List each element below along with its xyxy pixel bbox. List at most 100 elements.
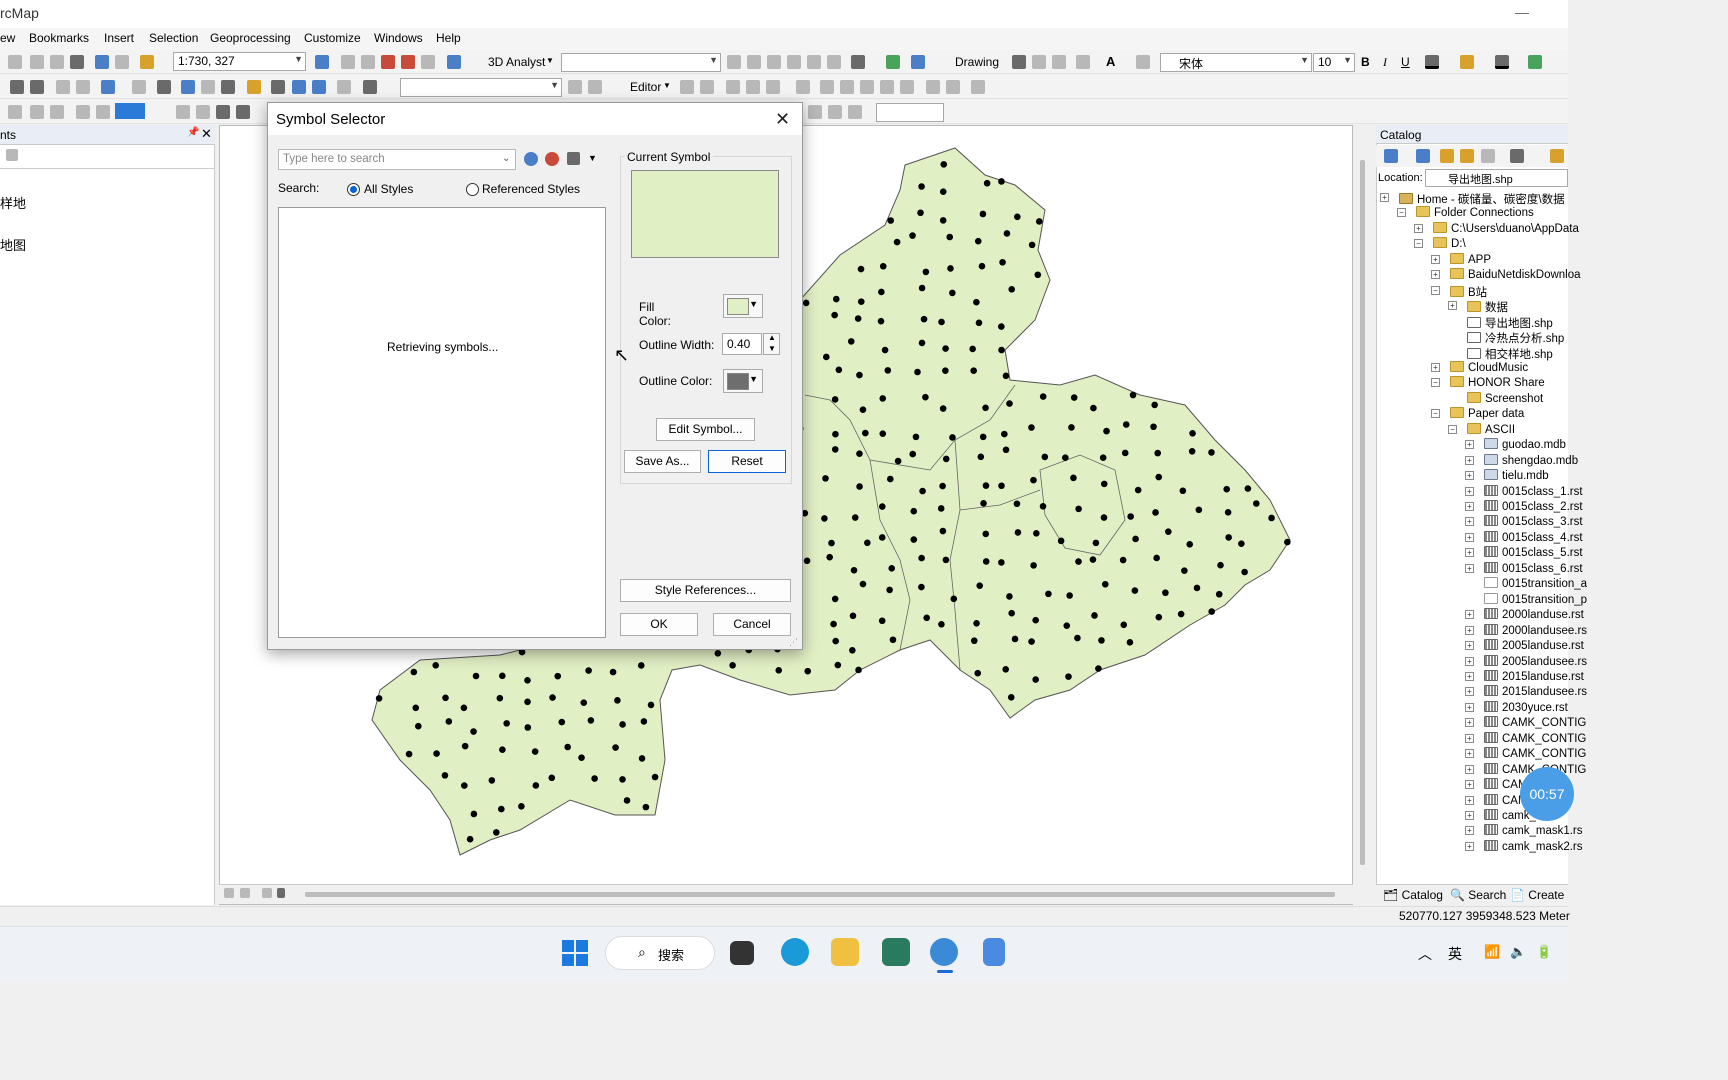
create-features-icon[interactable] xyxy=(971,80,985,94)
tree-item[interactable]: +0015class_2.rst xyxy=(1465,500,1583,515)
editor-menu[interactable]: Editor xyxy=(630,80,661,94)
toc-layer-item[interactable]: 地图 xyxy=(0,235,26,254)
refresh-icon[interactable] xyxy=(262,888,272,898)
identify-icon[interactable] xyxy=(181,80,195,94)
edit-annotation-icon[interactable] xyxy=(700,80,714,94)
tree-item[interactable]: 相交样地.shp xyxy=(1467,346,1553,361)
layout-tool-icon[interactable] xyxy=(216,105,230,119)
tree-item[interactable]: + CAMK_CONTIG xyxy=(1465,747,1586,762)
cut-polygons-icon[interactable] xyxy=(860,80,874,94)
back-icon[interactable] xyxy=(56,80,70,94)
pin-icon[interactable]: 📌 xyxy=(187,127,199,138)
chevron-down-icon[interactable]: ⌄ xyxy=(502,153,510,164)
bold-button[interactable]: B xyxy=(1361,55,1370,69)
layout-tool-icon[interactable] xyxy=(30,105,44,119)
rectangle-icon[interactable] xyxy=(1076,55,1090,69)
view-mode-icon[interactable] xyxy=(567,152,580,165)
tab-catalog[interactable]: 🗂 Catalog xyxy=(1383,888,1443,902)
georef-icon[interactable] xyxy=(568,80,582,94)
tree-item[interactable]: + 数据 xyxy=(1448,299,1508,314)
tree-item[interactable]: + C:\Users\duano\AppData xyxy=(1414,221,1579,237)
close-icon[interactable]: ✕ xyxy=(201,126,212,142)
find-route-icon[interactable] xyxy=(292,80,306,94)
select-features-icon[interactable] xyxy=(101,80,115,94)
tree-item[interactable]: +0015class_6.rst xyxy=(1465,561,1583,577)
3d-tool-icon[interactable] xyxy=(787,55,801,69)
layout-tool-icon[interactable] xyxy=(176,105,190,119)
georef-icon[interactable] xyxy=(588,80,602,94)
expand-icon[interactable]: + xyxy=(1465,702,1474,712)
tab-create[interactable]: 📄 Create xyxy=(1510,888,1564,902)
expand-icon[interactable]: + xyxy=(1465,764,1474,774)
line-color-icon[interactable] xyxy=(1495,55,1509,69)
arcscene-icon[interactable] xyxy=(911,55,925,69)
tree-item[interactable]: +2005landusee.rs xyxy=(1465,654,1587,670)
open-folder-icon[interactable] xyxy=(1550,149,1564,163)
resize-grip-icon[interactable]: ⋰ xyxy=(789,637,798,648)
tree-item[interactable]: +2005landuse.rst xyxy=(1465,639,1584,654)
cancel-button[interactable]: Cancel xyxy=(713,613,791,636)
tab-search[interactable]: 🔍 Search xyxy=(1450,888,1506,902)
expand-icon[interactable]: + xyxy=(1465,548,1474,558)
edge-icon[interactable] xyxy=(781,938,809,966)
3d-tool-icon[interactable] xyxy=(827,55,841,69)
expand-icon[interactable]: + xyxy=(1465,440,1474,450)
expand-icon[interactable]: + xyxy=(1431,270,1440,280)
clear-selection-icon[interactable] xyxy=(132,80,146,94)
recording-timer[interactable]: 00:57 xyxy=(1520,767,1574,821)
menu-help[interactable]: Help xyxy=(436,31,461,45)
layout-tool-icon[interactable] xyxy=(96,105,110,119)
expand-icon[interactable]: + xyxy=(1465,656,1474,666)
tree-item[interactable]: 导出地图.shp xyxy=(1467,315,1553,330)
tree-item[interactable]: + APP xyxy=(1431,252,1491,268)
up-one-level-icon[interactable] xyxy=(1440,149,1454,163)
straight-segment-icon[interactable] xyxy=(726,80,740,94)
3d-analyst-menu[interactable]: 3D Analyst xyxy=(488,55,545,69)
edit-vertices-icon[interactable] xyxy=(1136,55,1150,69)
tree-item[interactable]: + CloudMusic xyxy=(1431,360,1528,376)
expand-icon[interactable]: + xyxy=(1465,455,1474,465)
start-icon[interactable] xyxy=(562,940,588,966)
font-size-combo[interactable]: 10 ▼ xyxy=(1313,53,1355,72)
battery-icon[interactable]: 🔋 xyxy=(1536,944,1552,960)
text-tool-icon[interactable]: A xyxy=(1106,54,1115,69)
zoom-percent-box[interactable] xyxy=(115,103,145,119)
italic-button[interactable]: I xyxy=(1383,55,1387,70)
symbol-search-input[interactable]: Type here to search xyxy=(278,149,516,170)
font-color-icon[interactable] xyxy=(1425,55,1439,69)
search-options-icon[interactable] xyxy=(545,152,559,166)
wifi-icon[interactable]: 📶 xyxy=(1484,944,1500,960)
forward-icon[interactable] xyxy=(76,80,90,94)
model-builder-icon[interactable] xyxy=(447,55,461,69)
expand-icon[interactable]: + xyxy=(1465,502,1474,511)
expand-icon[interactable]: + xyxy=(1465,733,1474,743)
zoom-in-icon[interactable] xyxy=(10,80,24,94)
tree-item[interactable]: − ASCII xyxy=(1448,422,1515,438)
expand-icon[interactable]: + xyxy=(1380,193,1389,202)
tree-item[interactable]: − HONOR Share xyxy=(1431,376,1545,391)
ime-indicator[interactable]: 英 xyxy=(1448,944,1462,964)
search-icon[interactable] xyxy=(524,152,538,166)
tree-item[interactable]: + shengdao.mdb xyxy=(1465,453,1578,469)
tree-item[interactable]: + guodao.mdb xyxy=(1465,438,1566,453)
select-elements-icon[interactable] xyxy=(157,80,171,94)
expand-icon[interactable]: + xyxy=(1465,718,1474,728)
edit-symbol-button[interactable]: Edit Symbol... xyxy=(656,418,755,441)
fill-color-button[interactable]: ▼ xyxy=(723,294,763,318)
outline-color-button[interactable]: ▼ xyxy=(723,369,763,393)
volume-icon[interactable]: 🔈 xyxy=(1510,944,1526,960)
tree-item[interactable]: Screenshot xyxy=(1467,391,1543,407)
arcmap-icon[interactable] xyxy=(930,938,958,966)
tree-item[interactable]: +0015class_4.rst xyxy=(1465,530,1583,546)
search-window-icon[interactable] xyxy=(381,55,395,69)
task-view-icon[interactable] xyxy=(730,941,754,965)
tree-item[interactable]: + Home - 碳储量、碳密度\数据 xyxy=(1380,191,1565,206)
expand-icon[interactable]: + xyxy=(1465,610,1474,620)
rotate-icon[interactable] xyxy=(900,80,914,94)
html-popup-icon[interactable] xyxy=(221,80,235,94)
style-references-button[interactable]: Style References... xyxy=(620,579,791,602)
point-icon[interactable] xyxy=(796,80,810,94)
layer-combo[interactable]: ▼ xyxy=(400,78,562,97)
tree-item[interactable]: − Folder Connections xyxy=(1397,206,1534,221)
tree-item[interactable]: +2000landuse.rst xyxy=(1465,608,1584,623)
